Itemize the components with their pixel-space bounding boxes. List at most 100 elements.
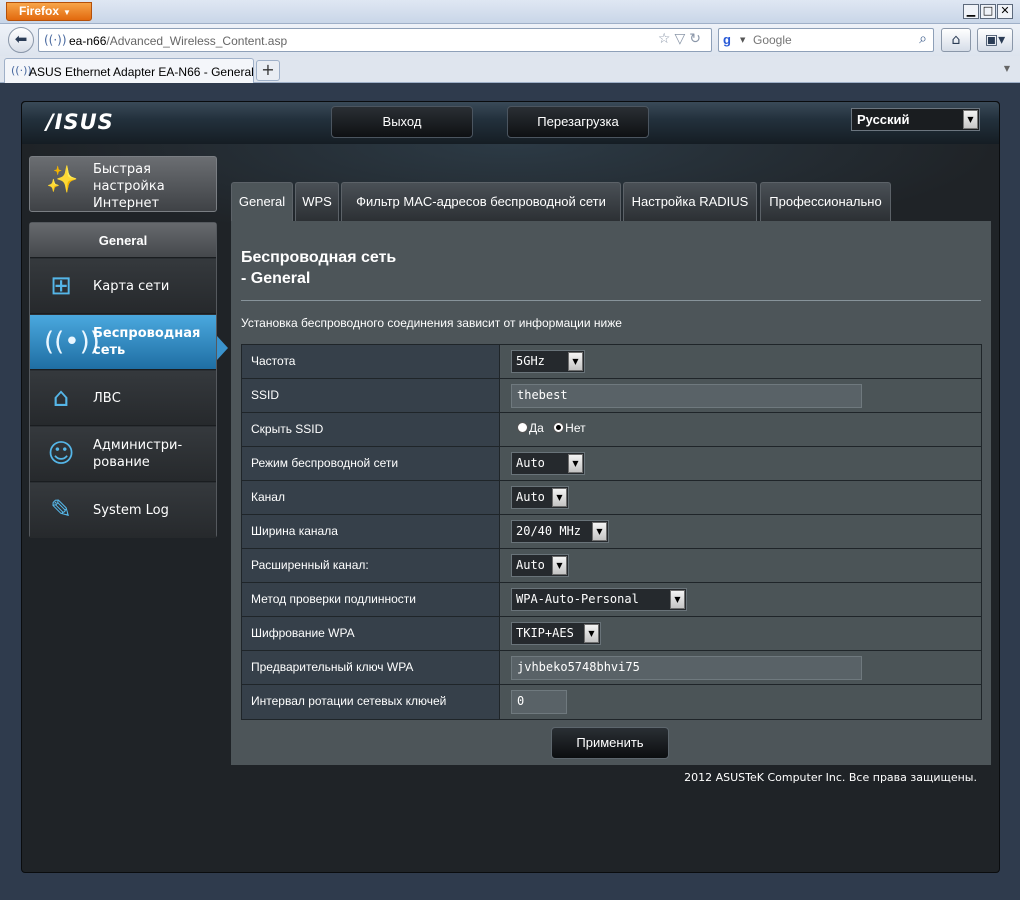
hide-ssid-yes-radio[interactable] — [517, 422, 528, 433]
settings-table: Частота 5GHz ▼ SSID thebest Скрыть SSID — [241, 344, 982, 720]
engine-dropdown-icon[interactable]: ▼ — [740, 36, 745, 44]
page-title-line2: - General — [241, 270, 311, 287]
minimize-button[interactable]: ▁ — [963, 4, 979, 19]
hide-ssid-label: Скрыть SSID — [242, 413, 500, 446]
band-select[interactable]: 5GHz ▼ — [511, 350, 585, 373]
band-value: 5GHz — [516, 354, 545, 368]
table-row: Скрыть SSID Да Нет — [242, 413, 981, 447]
search-bar[interactable]: g ▼ ⌕ — [718, 28, 934, 52]
chevron-down-icon: ▼ — [592, 522, 607, 541]
tab-list-icon[interactable]: ▼ — [1004, 64, 1010, 73]
wpa-encryption-value: TKIP+AES — [516, 626, 574, 640]
ext-channel-value: Auto — [516, 558, 545, 572]
site-identity-icon[interactable]: ((·)) — [44, 33, 67, 47]
reboot-button[interactable]: Перезагрузка — [507, 106, 649, 138]
ext-channel-select[interactable]: Auto ▼ — [511, 554, 569, 577]
sidebar-item-label: System Log — [93, 503, 169, 518]
rekey-interval-label: Интервал ротации сетевых ключей — [242, 685, 500, 719]
tab-professional[interactable]: Профессионально — [760, 182, 891, 221]
channel-label: Канал — [242, 481, 500, 514]
wireless-icon: ((•)) — [44, 327, 100, 357]
tab-general[interactable]: General — [231, 182, 293, 221]
sidebar-item-label: Беспроводная сеть — [93, 326, 201, 358]
auth-method-value: WPA-Auto-Personal — [516, 592, 639, 606]
bandwidth-select[interactable]: 20/40 MHz ▼ — [511, 520, 609, 543]
new-tab-button[interactable]: + — [256, 60, 280, 81]
bandwidth-value-cell: 20/40 MHz ▼ — [501, 515, 981, 548]
back-button[interactable]: ⬅ — [8, 27, 34, 53]
logout-button[interactable]: Выход — [331, 106, 473, 138]
tab-wps[interactable]: WPS — [295, 182, 339, 221]
auth-method-select[interactable]: WPA-Auto-Personal ▼ — [511, 588, 687, 611]
hide-ssid-no-label: Нет — [565, 421, 586, 435]
page-description: Установка беспроводного соединения завис… — [241, 316, 622, 330]
sidebar-section-title: General — [30, 223, 216, 258]
band-label: Частота — [242, 345, 500, 378]
admin-user-icon: ☺ — [47, 439, 75, 469]
bookmarks-icon: ▣▾ — [984, 32, 1006, 48]
home-button[interactable]: ⌂ — [941, 28, 971, 52]
bookmark-star-icon[interactable]: ☆ — [658, 31, 675, 47]
url-path: /Advanced_Wireless_Content.asp — [106, 34, 288, 48]
back-arrow-icon: ⬅ — [14, 30, 28, 48]
firefox-menu-button[interactable]: Firefox ▼ — [6, 2, 92, 21]
sidebar-item-lan[interactable]: ⌂ ЛВС — [30, 371, 216, 426]
wireless-mode-select[interactable]: Auto ▼ — [511, 452, 585, 475]
sidebar-item-wireless[interactable]: ((•)) Беспроводная сеть — [30, 315, 216, 370]
apply-button[interactable]: Применить — [551, 727, 669, 759]
wpa-key-label: Предварительный ключ WPA — [242, 651, 500, 684]
tab-mac-filter[interactable]: Фильтр MAC-адресов беспроводной сети — [341, 182, 621, 221]
wpa-encryption-select[interactable]: TKIP+AES ▼ — [511, 622, 601, 645]
sidebar-item-label: ЛВС — [93, 391, 121, 406]
table-row: Расширенный канал: Auto ▼ — [242, 549, 981, 583]
reload-icon[interactable]: ↻ — [689, 31, 705, 47]
language-select[interactable]: Русский ▼ — [851, 108, 980, 131]
wpa-encryption-value-cell: TKIP+AES ▼ — [501, 617, 981, 650]
dropdown-arrow-icon: ▼ — [63, 8, 71, 17]
hide-ssid-no-radio[interactable] — [553, 422, 565, 433]
auth-method-value-cell: WPA-Auto-Personal ▼ — [501, 583, 981, 616]
hide-ssid-value-cell: Да Нет — [501, 413, 981, 446]
ssid-input[interactable]: thebest — [511, 384, 862, 408]
url-actions: ☆▽↻ — [658, 31, 705, 47]
channel-value: Auto — [516, 490, 545, 504]
chevron-down-icon: ▼ — [552, 488, 567, 507]
home-icon: ⌂ — [951, 32, 961, 48]
chevron-down-icon: ▼ — [552, 556, 567, 575]
sidebar-item-network-map[interactable]: ⊞ Карта сети — [30, 259, 216, 314]
table-row: SSID thebest — [242, 379, 981, 413]
ssid-label: SSID — [242, 379, 500, 412]
hide-ssid-radios: Да Нет — [517, 421, 586, 435]
sidebar-item-administration[interactable]: ☺ Администри-рование — [30, 427, 216, 482]
url-text: ea-n66/Advanced_Wireless_Content.asp — [69, 34, 287, 48]
table-row: Метод проверки подлинности WPA-Auto-Pers… — [242, 583, 981, 617]
chevron-down-icon: ▼ — [963, 110, 978, 129]
chevron-down-icon: ▼ — [584, 624, 599, 643]
hide-ssid-yes-label: Да — [529, 421, 544, 435]
google-engine-icon[interactable]: g — [723, 32, 739, 48]
page-title-line1: Беспроводная сеть — [241, 249, 397, 266]
table-row: Канал Auto ▼ — [242, 481, 981, 515]
lan-home-icon: ⌂ — [52, 383, 70, 413]
table-row: Режим беспроводной сети Auto ▼ — [242, 447, 981, 481]
search-input[interactable] — [751, 32, 901, 48]
tab-radius[interactable]: Настройка RADIUS — [623, 182, 757, 221]
search-icon[interactable]: ⌕ — [919, 31, 927, 47]
close-window-button[interactable]: ✕ — [997, 4, 1013, 19]
channel-select[interactable]: Auto ▼ — [511, 486, 569, 509]
table-row: Предварительный ключ WPA jvhbeko5748bhvi… — [242, 651, 981, 685]
history-dropdown-icon[interactable]: ▽ — [674, 31, 689, 47]
sidebar-item-system-log[interactable]: ✎ System Log — [30, 483, 216, 538]
browser-tab[interactable]: ((·)) ASUS Ethernet Adapter EA-N66 - Gen… — [4, 58, 254, 83]
wpa-key-input[interactable]: jvhbeko5748bhvi75 — [511, 656, 862, 680]
sidebar-menu: General ⊞ Карта сети ((•)) Беспроводная … — [29, 222, 217, 538]
url-bar[interactable]: ((·)) ea-n66/Advanced_Wireless_Content.a… — [38, 28, 712, 52]
url-host: ea-n66 — [69, 34, 107, 48]
navigation-toolbar: ⬅ ((·)) ea-n66/Advanced_Wireless_Content… — [0, 24, 1020, 56]
table-row: Интервал ротации сетевых ключей 0 — [242, 685, 981, 719]
maximize-button[interactable]: □ — [980, 4, 996, 19]
network-map-icon: ⊞ — [50, 271, 72, 301]
rekey-interval-input[interactable]: 0 — [511, 690, 567, 714]
bookmarks-button[interactable]: ▣▾ — [977, 28, 1013, 52]
quick-setup-button[interactable]: ✨ Быстрая настройка Интернет — [29, 156, 217, 212]
